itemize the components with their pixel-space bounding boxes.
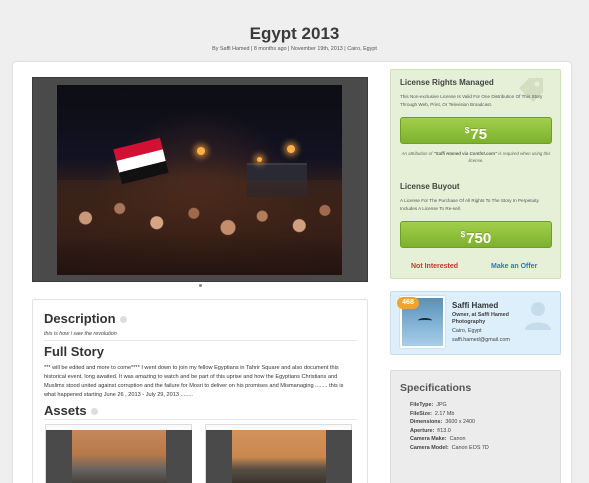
attribution-note: An attribution of "Saffi Hamed via Contl… <box>400 150 552 164</box>
spec-value: f/13.0 <box>437 427 451 434</box>
attribution-prefix: An attribution of <box>401 151 434 156</box>
currency-symbol: $ <box>460 230 466 239</box>
make-offer-link[interactable]: Make an Offer <box>491 263 537 270</box>
buy-managed-license-button[interactable]: $75 <box>400 117 552 144</box>
seller-score-badge: 468 <box>397 297 419 309</box>
description-text: this is how i saw the revolution <box>44 331 117 337</box>
photo-streetlight <box>287 145 295 153</box>
asset-thumbnail[interactable] <box>205 424 352 483</box>
assets-heading: Assets <box>44 403 98 418</box>
attribution-credit: "Saffi Hamed via Contlnt.com" <box>433 151 498 156</box>
info-icon[interactable] <box>90 408 98 416</box>
specifications-title: Specifications <box>400 382 472 394</box>
price-value: 75 <box>470 126 488 143</box>
spec-value: Canon EOS 7D <box>451 445 489 451</box>
spec-value: 3600 x 2400 <box>445 419 476 426</box>
asset-thumbnail[interactable] <box>45 424 192 483</box>
asset-thumbnail-border <box>206 430 232 483</box>
asset-thumbnail-image <box>232 430 326 483</box>
assets-title: Assets <box>44 403 87 418</box>
seller-location: Cairo, Egypt <box>452 328 482 334</box>
spec-key: Aperture: <box>410 427 435 434</box>
asset-thumbnail-border <box>46 430 72 483</box>
spec-row: Aperture: f/13.0 <box>410 428 451 434</box>
license-buyout-title: License Buyout <box>400 182 460 191</box>
asset-thumbnail-image <box>72 430 166 483</box>
photo-crowd <box>57 180 342 275</box>
spec-row: FileType: JPG <box>410 402 447 408</box>
spec-value: JPG <box>436 402 447 408</box>
spec-key: Camera Model: <box>410 445 449 451</box>
seller-email[interactable]: saffi.hamed@gmail.com <box>452 337 510 343</box>
carousel-dot[interactable] <box>199 284 202 287</box>
spec-row: Camera Make: Canon <box>410 436 465 442</box>
full-story-text: *** will be edited and more to come**** … <box>44 365 344 398</box>
bird-silhouette <box>418 318 432 323</box>
spec-value: 2.17 Mb <box>434 410 455 417</box>
photo-streetlight <box>257 157 262 162</box>
spec-value: Canon <box>449 436 466 443</box>
asset-thumbnail-border <box>166 430 192 483</box>
spec-row: Camera Model: Canon EOS 7D <box>410 445 489 451</box>
currency-symbol: $ <box>464 126 470 135</box>
spec-key: FileType: <box>410 402 434 408</box>
description-title: Description <box>44 311 116 326</box>
photo-egypt-flag <box>113 137 169 185</box>
description-heading: Description <box>44 311 127 326</box>
seller-name[interactable]: Saffi Hamed <box>452 301 498 310</box>
not-interested-link[interactable]: Not Interested <box>411 263 458 270</box>
byline-author-link[interactable]: Saffi Hamed <box>220 46 250 52</box>
price-value: 750 <box>466 230 492 247</box>
main-photo[interactable] <box>57 85 342 275</box>
buy-buyout-license-button[interactable]: $750 <box>400 221 552 248</box>
byline-prefix: By <box>212 46 219 52</box>
seller-role: Owner, at Saffi Hamed Photography <box>452 312 509 325</box>
license-buyout-text: A License For The Purchase Of All Rights… <box>400 198 540 211</box>
full-story-title: Full Story <box>44 344 104 359</box>
info-icon[interactable] <box>119 316 127 324</box>
divider <box>44 340 357 341</box>
spec-key: Dimensions: <box>410 419 443 426</box>
license-managed-title: License Rights Managed <box>400 78 494 87</box>
asset-thumbnail-border <box>326 430 352 483</box>
spec-key: FileSize: <box>410 410 432 417</box>
divider <box>44 419 357 420</box>
spec-row: FileSize: 2.17 Mb <box>410 411 454 417</box>
photo-streetlight <box>197 147 205 155</box>
byline-meta: | 8 months ago | November 19th, 2013 | C… <box>249 46 377 52</box>
user-silhouette-icon <box>525 302 551 330</box>
license-managed-text: This Non-exclusive License Is Valid For … <box>400 94 543 107</box>
spec-key: Camera Make: <box>410 436 447 443</box>
page-title: Egypt 2013 <box>249 24 340 43</box>
byline: By Saffi Hamed | 8 months ago | November… <box>0 46 589 52</box>
spec-row: Dimensions: 3600 x 2400 <box>410 419 475 425</box>
